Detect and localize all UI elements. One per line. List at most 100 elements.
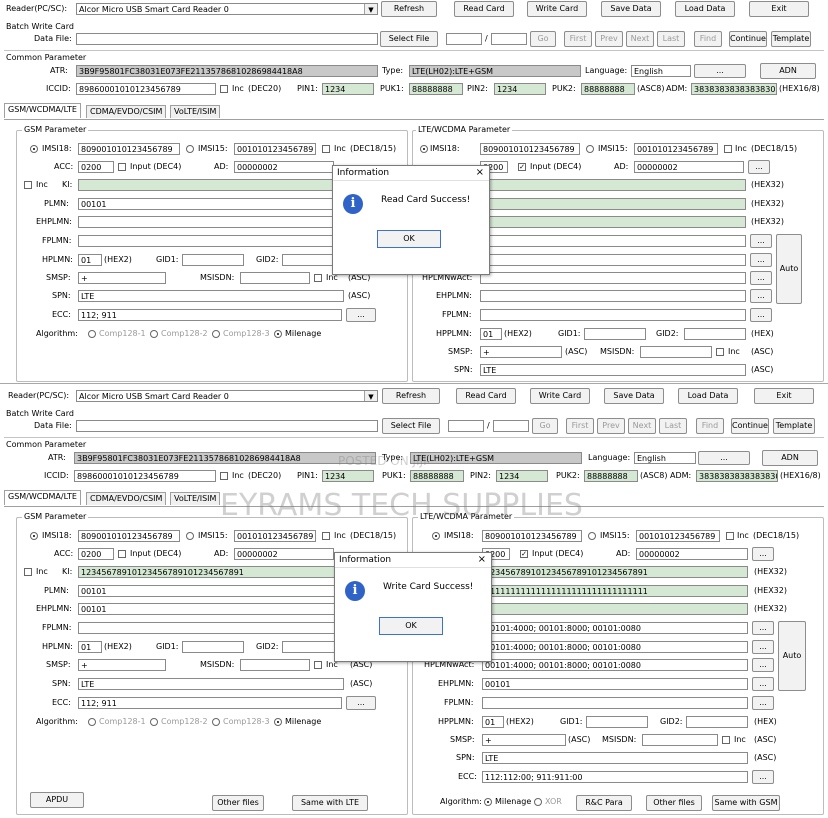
batch-total-input[interactable]	[493, 420, 529, 432]
data-file-input[interactable]	[76, 420, 378, 432]
lte-fplmn-more-button[interactable]: ...	[752, 621, 774, 635]
ki-field[interactable]: 12345678910123456789101234567891	[78, 566, 342, 578]
hplmn-field[interactable]: 01	[78, 254, 102, 266]
spn-field[interactable]: LTE	[78, 678, 344, 690]
imsi15-radio[interactable]	[186, 532, 194, 540]
ecc-more-button[interactable]: ...	[346, 308, 376, 322]
chevron-down-icon[interactable]: ▼	[364, 4, 377, 14]
tab-volte-isim[interactable]: VoLTE/ISIM	[170, 105, 221, 118]
imsi15-radio[interactable]	[186, 145, 194, 153]
spn-field[interactable]: LTE	[78, 290, 344, 302]
imsi-inc-checkbox[interactable]	[322, 145, 330, 153]
smsp-field[interactable]: +	[78, 272, 166, 284]
comp128-3-radio[interactable]	[212, 718, 220, 726]
adn-button[interactable]: ADN	[760, 63, 816, 79]
lte-acc-input-checkbox[interactable]: ✓	[518, 163, 526, 171]
lte-ehplmn-more-button[interactable]: ...	[752, 677, 774, 691]
puk1-field[interactable]: 88888888	[410, 470, 464, 482]
comp128-2-radio[interactable]	[150, 718, 158, 726]
chevron-down-icon[interactable]: ▼	[364, 391, 377, 401]
lte-imsi18-field[interactable]: 809001010123456789	[482, 530, 582, 542]
lte-fplmn2-more-button[interactable]: ...	[750, 308, 772, 322]
language-more-button[interactable]: ...	[694, 64, 746, 78]
lte-gid1-field[interactable]	[584, 328, 646, 340]
msisdn-inc-checkbox[interactable]	[314, 274, 322, 282]
lte-ehplmn-field[interactable]: 00101	[482, 678, 748, 690]
lte-fplmn2-more-button[interactable]: ...	[752, 696, 774, 710]
template-button[interactable]: Template	[771, 31, 811, 47]
lte-gid2-field[interactable]	[684, 328, 746, 340]
imsi18-field[interactable]: 809001010123456789	[78, 530, 180, 542]
exit-button[interactable]: Exit	[749, 1, 809, 17]
lte-ad-more-button[interactable]: ...	[752, 547, 774, 561]
milenage-radio[interactable]	[274, 718, 282, 726]
acc-input-checkbox[interactable]	[118, 550, 126, 558]
apdu-button[interactable]: APDU	[30, 792, 84, 808]
iccid-inc-checkbox[interactable]	[220, 472, 228, 480]
type-field[interactable]: LTE(LH02):LTE+GSM	[409, 65, 581, 77]
prev-button[interactable]: Prev	[595, 31, 623, 47]
auto-button[interactable]: Auto	[778, 621, 806, 691]
lte-msisdn-field[interactable]	[642, 734, 718, 746]
read-card-button[interactable]: Read Card	[454, 1, 514, 17]
tab-gsm-wcdma-lte[interactable]: GSM/WCDMA/LTE	[4, 103, 81, 118]
lte-msisdn-field[interactable]	[640, 346, 712, 358]
lte-fplmn-more-button[interactable]: ...	[750, 234, 772, 248]
gid2-field[interactable]	[282, 254, 338, 266]
lte-xor-radio[interactable]	[534, 798, 542, 806]
rc-para-button[interactable]: R&C Para	[576, 795, 632, 811]
tab-cdma-evdo-csim[interactable]: CDMA/EVDO/CSIM	[86, 105, 167, 118]
imsi18-radio[interactable]	[30, 532, 38, 540]
lte-hpplmn-field[interactable]: 01	[482, 716, 504, 728]
acc-input-checkbox[interactable]	[118, 163, 126, 171]
imsi-inc-checkbox[interactable]	[322, 532, 330, 540]
lte-spn-field[interactable]: LTE	[482, 752, 748, 764]
lte-imsi15-field[interactable]: 001010123456789	[634, 143, 718, 155]
select-file-button[interactable]: Select File	[382, 418, 440, 434]
select-file-button[interactable]: Select File	[380, 31, 438, 47]
iccid-field[interactable]: 89860001010123456789	[76, 83, 216, 95]
data-file-input[interactable]	[76, 33, 378, 45]
tab-cdma-evdo-csim[interactable]: CDMA/EVDO/CSIM	[86, 492, 167, 505]
language-more-button[interactable]: ...	[698, 451, 750, 465]
acc-field[interactable]: 0200	[78, 161, 114, 173]
lte-fplmn2-field[interactable]	[480, 309, 746, 321]
msisdn-inc-checkbox[interactable]	[314, 661, 322, 669]
lte-imsi-inc-checkbox[interactable]	[724, 145, 732, 153]
go-button[interactable]: Go	[530, 31, 556, 47]
ehplmn-field[interactable]: 00101	[78, 603, 342, 615]
close-icon[interactable]: ×	[478, 553, 486, 567]
reader-select[interactable]: Alcor Micro USB Smart Card Reader 0 ▼	[76, 3, 378, 15]
lte-ehplmn-more-button[interactable]: ...	[750, 289, 772, 303]
write-card-button[interactable]: Write Card	[530, 388, 590, 404]
atr-field[interactable]: 3B9F95801FC38031E073FE211357868102869844…	[74, 452, 376, 464]
lte-imsi18-field[interactable]: 809001010123456789	[480, 143, 580, 155]
plmn-field[interactable]: 00101	[78, 198, 342, 210]
reader-select[interactable]: Alcor Micro USB Smart Card Reader 0 ▼	[76, 390, 378, 402]
fplmn-field[interactable]	[78, 622, 342, 634]
comp128-1-radio[interactable]	[88, 718, 96, 726]
pin2-field[interactable]: 1234	[496, 470, 548, 482]
batch-index-input[interactable]	[448, 420, 484, 432]
first-button[interactable]: First	[566, 418, 594, 434]
ok-button[interactable]: OK	[379, 617, 443, 635]
lte-ehplmn-field[interactable]	[480, 290, 746, 302]
refresh-button[interactable]: Refresh	[381, 1, 437, 17]
last-button[interactable]: Last	[657, 31, 685, 47]
lte-gid2-field[interactable]	[686, 716, 748, 728]
lte-milenage-radio[interactable]	[484, 798, 492, 806]
ad-field[interactable]: 00000002	[234, 161, 334, 173]
lte-hplmn-more-button[interactable]: ...	[752, 640, 774, 654]
lte-msisdn-inc-checkbox[interactable]	[716, 348, 724, 356]
template-button[interactable]: Template	[773, 418, 815, 434]
lte-fplmn-field[interactable]	[480, 235, 746, 247]
other-files-button[interactable]: Other files	[212, 795, 264, 811]
lte-gid1-field[interactable]	[586, 716, 648, 728]
same-with-gsm-button[interactable]: Same with GSM	[712, 795, 780, 811]
ecc-field[interactable]: 112; 911	[78, 697, 342, 709]
msisdn-field[interactable]	[240, 272, 310, 284]
puk2-field[interactable]: 88888888	[584, 470, 638, 482]
save-data-button[interactable]: Save Data	[604, 388, 664, 404]
language-select[interactable]: English	[631, 65, 691, 77]
lte-other-files-button[interactable]: Other files	[646, 795, 702, 811]
